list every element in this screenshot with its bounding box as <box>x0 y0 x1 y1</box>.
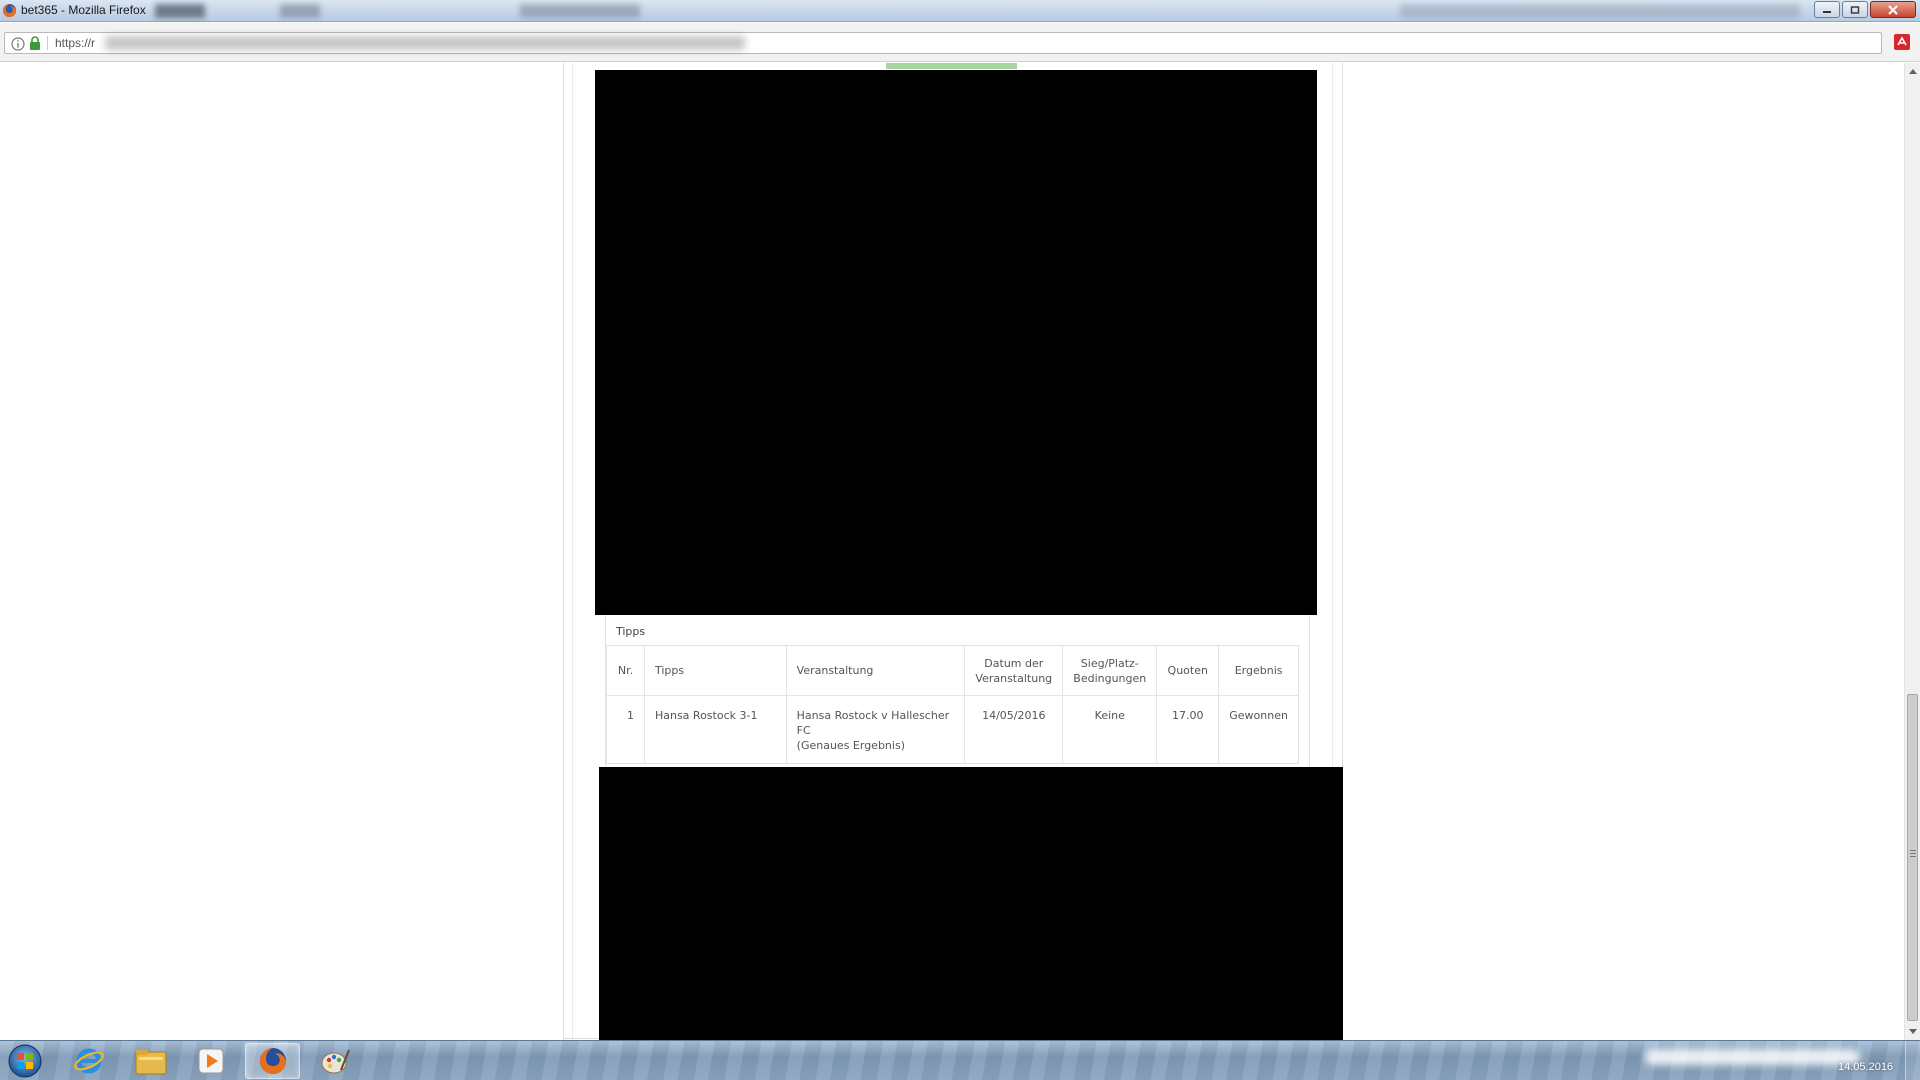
redacted-titlebar-region <box>520 4 640 18</box>
address-separator <box>47 36 48 50</box>
windows-taskbar: 14.05.2016 <box>0 1040 1920 1080</box>
media-player-icon <box>198 1048 224 1074</box>
container-inner-border-right <box>1332 63 1333 768</box>
internet-explorer-icon <box>74 1048 104 1074</box>
cell-tipp: Hansa Rostock 3-1 <box>643 695 787 764</box>
minimize-button[interactable] <box>1814 1 1840 18</box>
page-viewport[interactable]: Tipps Nr. Tipps Veranstaltung Datum der … <box>0 63 1904 1040</box>
show-desktop-button[interactable] <box>1905 1041 1920 1080</box>
column-header-quoten: Quoten <box>1156 645 1220 696</box>
active-tab-indicator <box>886 63 1017 69</box>
close-icon <box>1888 4 1898 15</box>
taskbar-internet-explorer[interactable] <box>62 1043 116 1079</box>
close-button[interactable] <box>1870 1 1916 18</box>
scrollbar-grip-icon <box>1910 850 1916 851</box>
paint-icon <box>321 1049 350 1074</box>
url-text[interactable]: https://r <box>55 36 95 50</box>
cell-veranstaltung: Hansa Rostock v Hallescher FC (Genaues E… <box>785 695 966 764</box>
lock-icon[interactable] <box>29 36 41 51</box>
container-border-left <box>563 63 564 1040</box>
taskbar-media-player[interactable] <box>184 1043 238 1079</box>
window-title: bet365 - Mozilla Firefox <box>21 3 146 17</box>
column-header-ergebnis: Ergebnis <box>1218 645 1299 696</box>
taskbar-file-explorer[interactable] <box>124 1043 178 1079</box>
scrollbar-thumb[interactable] <box>1907 694 1918 1021</box>
file-explorer-icon <box>135 1050 167 1075</box>
column-header-tipps: Tipps <box>643 645 787 696</box>
table-row: 1 Hansa Rostock 3-1 Hansa Rostock v Hall… <box>606 695 1299 764</box>
start-orb[interactable] <box>5 1043 45 1079</box>
column-header-nr: Nr. <box>606 645 645 696</box>
tipps-table: Nr. Tipps Veranstaltung Datum der Verans… <box>606 645 1299 764</box>
scroll-down-arrow-icon[interactable] <box>1909 1029 1917 1034</box>
cell-datum: 14/05/2016 <box>964 695 1064 764</box>
container-inner-border-left <box>572 63 573 1040</box>
container-bottom-border <box>563 1038 599 1039</box>
redacted-titlebar-region <box>155 4 205 18</box>
address-bar[interactable]: https://r <box>4 32 1882 54</box>
maximize-button[interactable] <box>1842 1 1868 18</box>
window-titlebar[interactable]: bet365 - Mozilla Firefox <box>0 0 1920 22</box>
redacted-titlebar-region <box>280 4 320 18</box>
minimize-icon <box>1823 10 1831 13</box>
redacted-titlebar-region <box>1400 4 1800 18</box>
redacted-url-region <box>105 36 745 50</box>
taskbar-paint[interactable] <box>308 1043 362 1079</box>
tipps-panel-title: Tipps <box>616 625 646 638</box>
redacted-region-top <box>595 70 1317 615</box>
firefox-icon <box>2 3 17 18</box>
navigation-toolbar: https://r <box>0 23 1920 62</box>
column-header-bedingungen: Sieg/Platz- Bedingungen <box>1062 645 1158 696</box>
cell-ergebnis: Gewonnen <box>1218 695 1299 764</box>
cell-bedingungen: Keine <box>1062 695 1158 764</box>
info-icon[interactable] <box>11 37 25 51</box>
vertical-scrollbar[interactable] <box>1904 63 1920 1040</box>
taskbar-clock-date[interactable]: 14.05.2016 <box>1838 1061 1893 1073</box>
addon-icon[interactable] <box>1894 34 1910 50</box>
firefox-icon <box>259 1048 286 1074</box>
table-header-row: Nr. Tipps Veranstaltung Datum der Verans… <box>606 645 1299 696</box>
column-header-veranstaltung: Veranstaltung <box>785 645 966 696</box>
cell-nr: 1 <box>606 695 645 764</box>
scroll-up-arrow-icon[interactable] <box>1909 69 1917 74</box>
taskbar-firefox[interactable] <box>245 1043 300 1079</box>
restore-icon <box>1850 5 1860 14</box>
cell-quote: 17.00 <box>1156 695 1220 764</box>
redacted-tray-region <box>1645 1049 1860 1065</box>
redacted-region-bottom <box>599 767 1343 1040</box>
column-header-datum: Datum der Veranstaltung <box>964 645 1064 696</box>
